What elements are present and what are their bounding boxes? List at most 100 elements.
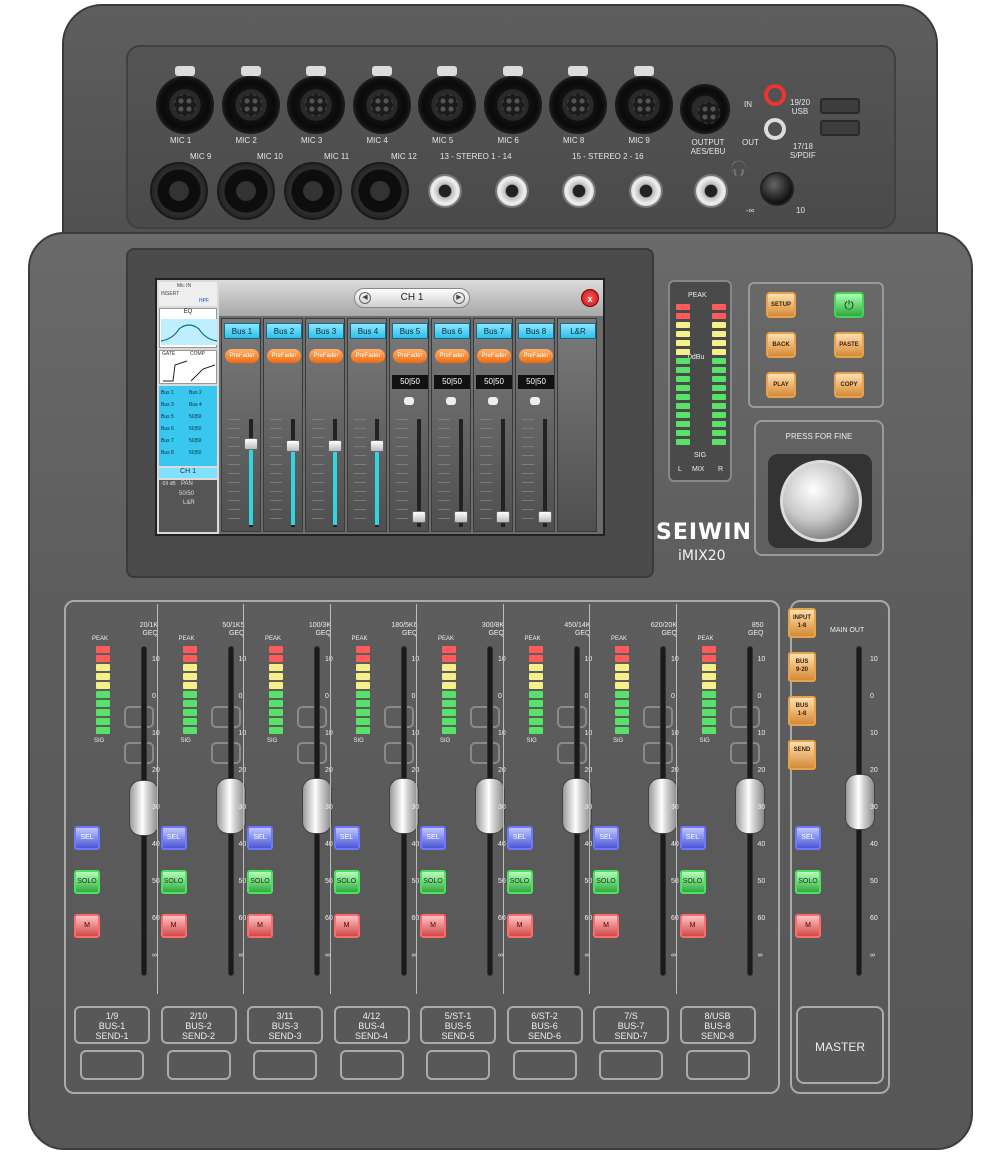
pan-value-display[interactable]: 50|50	[476, 375, 512, 389]
unlabeled-button[interactable]	[556, 706, 587, 728]
unlabeled-button[interactable]	[383, 706, 414, 728]
sel-button[interactable]: SEL	[247, 826, 273, 850]
mute-button[interactable]: M	[420, 914, 446, 938]
solo-button[interactable]: SOLO	[420, 870, 446, 894]
touchscreen[interactable]: Mic IN INSERT HPF EQ GATE COMP Bus 1 Bus …	[155, 278, 605, 536]
unlabeled-button[interactable]	[210, 742, 241, 764]
prefader-button[interactable]: PreFader	[351, 349, 385, 363]
insert-label[interactable]: INSERT	[161, 291, 179, 297]
solo-button[interactable]: SOLO	[333, 870, 360, 894]
sidebar-bus-send-left[interactable]: Bus 3	[161, 402, 174, 408]
xlr-input-connector[interactable]	[221, 76, 280, 134]
unlabeled-button[interactable]	[297, 706, 327, 728]
bus-select-button[interactable]: Bus 7	[476, 323, 512, 339]
bus-select-button[interactable]: Bus 5	[392, 323, 428, 339]
bus-select-button[interactable]: Bus 2	[266, 323, 302, 339]
xlr-input-connector[interactable]	[418, 76, 476, 134]
layer-button[interactable]: SEND	[788, 740, 816, 770]
xlr-input-connector[interactable]	[483, 76, 542, 134]
master-mute-button[interactable]: M	[795, 914, 821, 938]
solo-button[interactable]: SOLO	[506, 870, 533, 894]
screen-fader-cap[interactable]	[328, 439, 342, 452]
spdif-in-rca-jack[interactable]	[764, 84, 786, 106]
screen-fader-cap[interactable]	[244, 438, 258, 451]
bus-select-button[interactable]: Bus 8	[518, 323, 554, 339]
usb-port-2[interactable]	[820, 120, 860, 136]
stereo-line-jack[interactable]	[495, 174, 529, 208]
channel-select-pad[interactable]	[80, 1050, 144, 1080]
xlr-latch[interactable]	[306, 66, 326, 76]
stereo-line-jack[interactable]	[562, 174, 596, 208]
solo-button[interactable]: SOLO	[74, 870, 100, 894]
screen-fader-cap[interactable]	[370, 439, 384, 452]
mute-button[interactable]: M	[160, 914, 187, 938]
unlabeled-button[interactable]	[470, 742, 500, 764]
sidebar-bus-send-right[interactable]: Bus 4	[189, 402, 202, 408]
sidebar-bus-send-left[interactable]: Bus 7	[161, 438, 174, 444]
bus-select-button[interactable]: Bus 6	[434, 323, 470, 339]
prefader-button[interactable]: PreFader	[477, 349, 511, 363]
xlr-latch[interactable]	[437, 66, 457, 76]
spdif-out-rca-jack[interactable]	[764, 118, 786, 140]
sidebar-bus-send-left[interactable]: Bus 1	[161, 390, 174, 396]
back-button[interactable]: BACK	[766, 332, 796, 358]
sidebar-gate-comp-panel[interactable]: GATE COMP	[159, 350, 217, 384]
close-icon[interactable]: x	[581, 289, 599, 307]
xlr-latch[interactable]	[240, 66, 261, 76]
channel-select-pad[interactable]	[253, 1050, 317, 1080]
combo-input-connector[interactable]	[351, 162, 409, 220]
solo-button[interactable]: SOLO	[593, 870, 619, 894]
unlabeled-button[interactable]	[470, 706, 500, 728]
unlabeled-button[interactable]	[383, 742, 414, 764]
channel-select-pad[interactable]	[599, 1050, 663, 1080]
xlr-latch[interactable]	[502, 66, 523, 76]
unlabeled-button[interactable]	[297, 742, 327, 764]
unlabeled-button[interactable]	[729, 742, 760, 764]
phones-level-knob[interactable]	[760, 172, 794, 206]
combo-input-connector[interactable]	[217, 162, 275, 220]
jog-wheel[interactable]	[780, 460, 862, 542]
unlabeled-button[interactable]	[643, 742, 673, 764]
mute-button[interactable]: M	[74, 914, 100, 938]
prefader-button[interactable]: PreFader	[225, 349, 259, 363]
xlr-latch[interactable]	[371, 66, 392, 76]
channel-select-pad[interactable]	[426, 1050, 490, 1080]
master-solo-button[interactable]: SOLO	[795, 870, 821, 894]
sidebar-bus-send-left[interactable]: Bus 6	[161, 426, 174, 432]
mute-button[interactable]: M	[247, 914, 273, 938]
xlr-input-connector[interactable]	[614, 76, 673, 134]
solo-button[interactable]: SOLO	[679, 870, 706, 894]
unlabeled-button[interactable]	[124, 706, 154, 728]
screen-fader-cap[interactable]	[412, 511, 426, 523]
mute-button[interactable]: M	[679, 914, 706, 938]
pan-knob[interactable]	[530, 397, 540, 405]
solo-button[interactable]: SOLO	[160, 870, 187, 894]
channel-select-pad[interactable]	[512, 1050, 577, 1080]
prefader-button[interactable]: PreFader	[393, 349, 427, 363]
xlr-latch[interactable]	[633, 66, 654, 76]
sidebar-bus-send-right[interactable]: 50|50	[189, 414, 201, 420]
setup-button[interactable]: SETUP	[766, 292, 796, 318]
sidebar-bus-sends[interactable]: Bus 1 Bus 2 Bus 3 Bus 4 Bus 5 50|50 Bus 6 50|50…	[159, 386, 217, 466]
prev-channel-icon[interactable]: ◀	[359, 292, 371, 304]
power-icon[interactable]: ⏻	[834, 292, 864, 318]
unlabeled-button[interactable]	[729, 706, 760, 728]
next-channel-icon[interactable]: ▶	[453, 292, 465, 304]
solo-button[interactable]: SOLO	[247, 870, 273, 894]
mute-button[interactable]: M	[593, 914, 619, 938]
sel-button[interactable]: SEL	[593, 826, 619, 850]
sidebar-eq-panel[interactable]: EQ	[159, 308, 217, 348]
paste-button[interactable]: PASTE	[834, 332, 864, 358]
unlabeled-button[interactable]	[556, 742, 587, 764]
sidebar-bus-send-right[interactable]: Bus 2	[189, 390, 202, 396]
sel-button[interactable]: SEL	[74, 826, 100, 850]
xlr-latch[interactable]	[568, 66, 588, 76]
prefader-button[interactable]: PreFader	[267, 349, 301, 363]
xlr-latch[interactable]	[175, 66, 195, 76]
sidebar-bus-send-left[interactable]: Bus 5	[161, 414, 174, 420]
sidebar-bus-send-left[interactable]: Bus 8	[161, 450, 174, 456]
sidebar-bus-send-right[interactable]: 50|50	[189, 426, 201, 432]
pan-knob[interactable]	[404, 397, 414, 405]
bus-select-button[interactable]: L&R	[560, 323, 596, 339]
aes-ebu-output-connector[interactable]	[680, 84, 730, 134]
